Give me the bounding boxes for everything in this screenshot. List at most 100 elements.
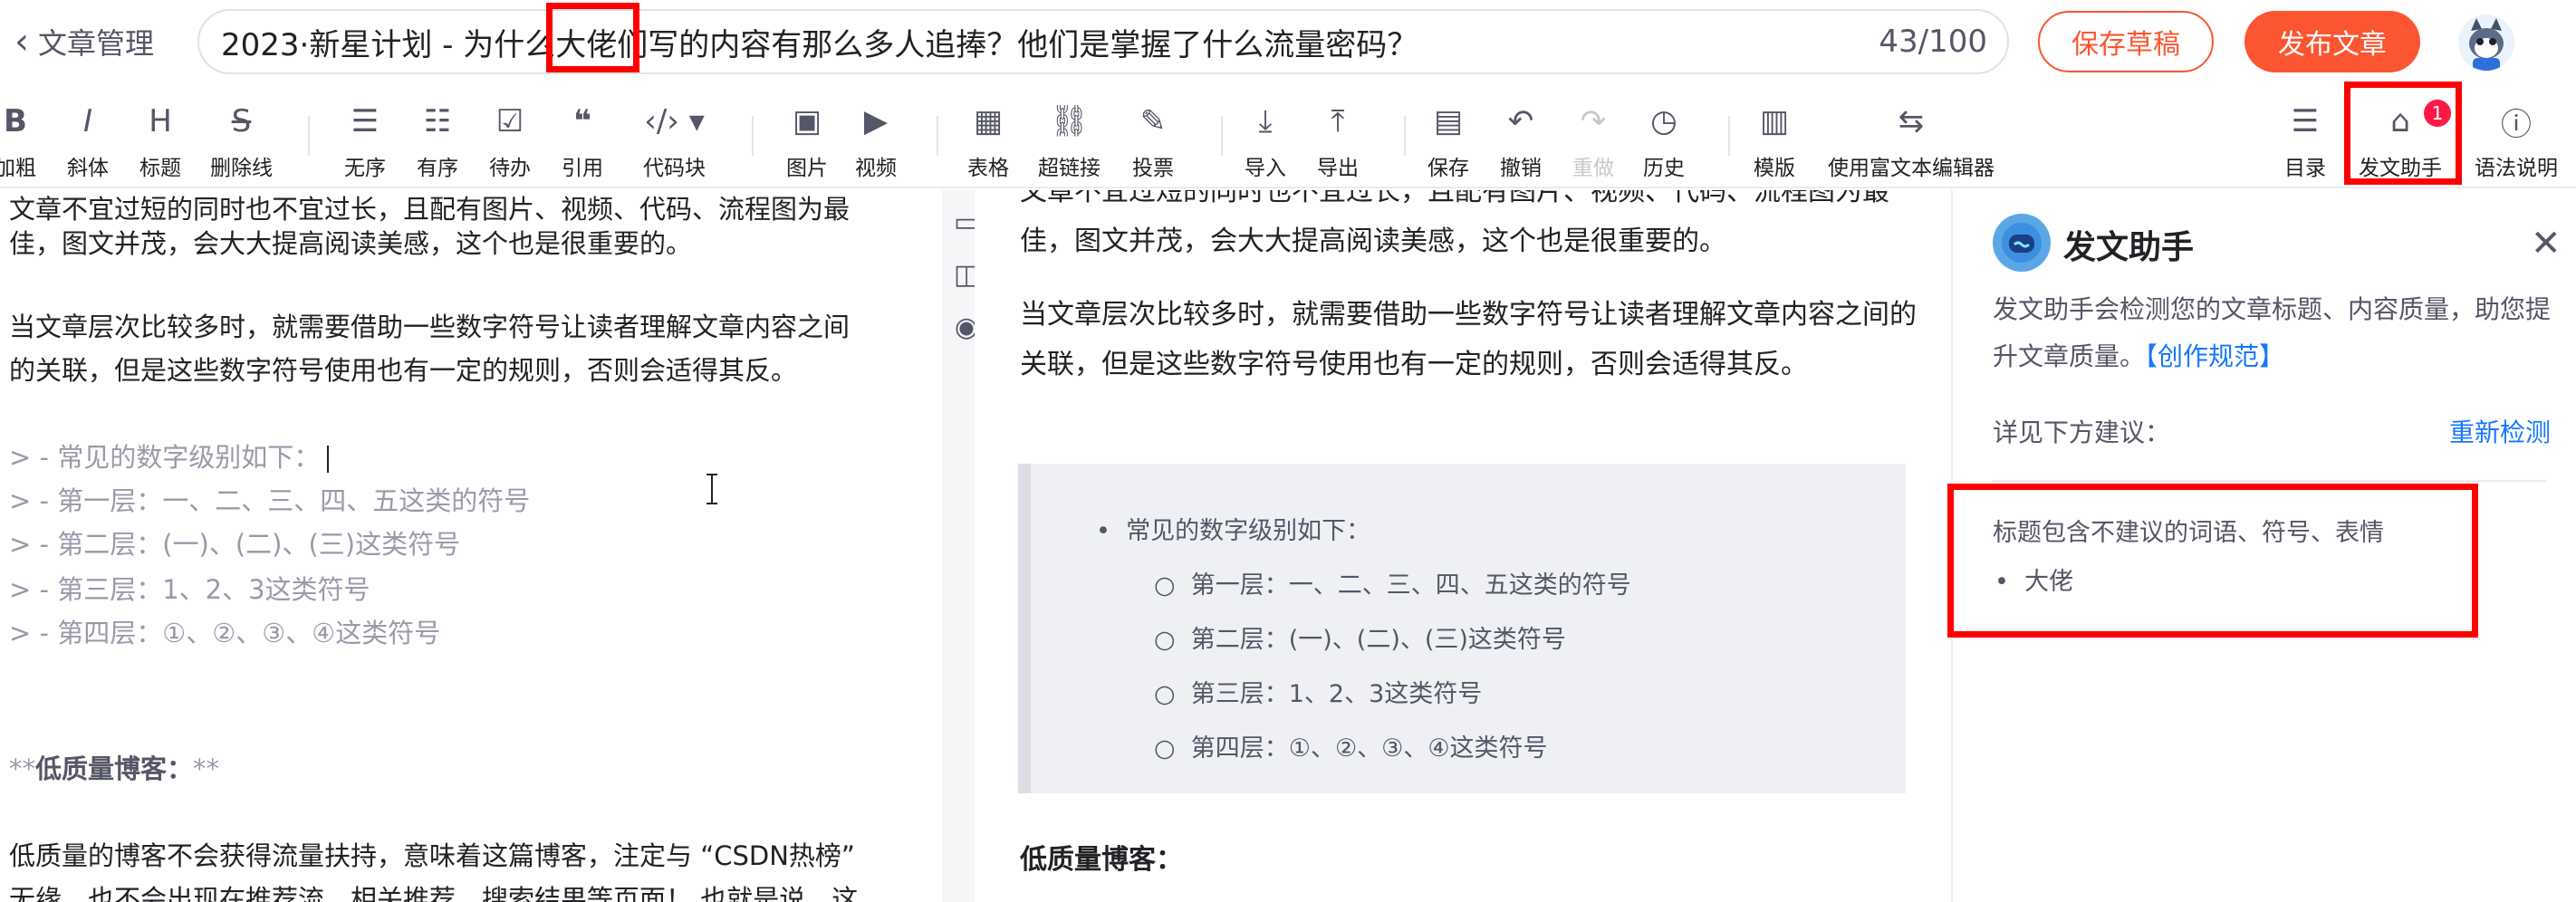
toolbar-divider [937,116,938,156]
editor-quote-line: > - 第二层：(一)、(二)、(三)这类符号 [9,529,461,560]
editor-line: 当文章层次比较多时，就需要借助一些数字符号让读者理解文章内容之间 [9,312,851,342]
toolbar-divider [1221,116,1223,156]
unordered-list-button[interactable]: ☰ 无序 [344,101,386,181]
rich-text-editor-button[interactable]: ⇆ 使用富文本编辑器 [1828,101,1994,181]
image-icon: ▣ [792,103,822,139]
toc-button[interactable]: ☰ 目录 [2284,101,2326,181]
preview-sub-item-text: 第一层：一、二、三、四、五这类的符号 [1190,571,1631,600]
switch-icon: ⇆ [1898,103,1925,139]
title-text: 2023·新星计划 - 为什么大佬们写的内容有那么多人追捧？他们是掌握了什么流量… [221,20,1879,64]
video-icon: ▶ [863,103,889,139]
save-draft-button[interactable]: 保存草稿 [2038,11,2214,72]
bold-marker: ** [193,753,220,784]
video-label: 视频 [855,157,897,180]
link-icon: ⛓ [1049,103,1090,139]
quote-icon: ❝ [573,103,591,139]
editor-splitter[interactable] [942,190,975,902]
rich-text-editor-label: 使用富文本编辑器 [1828,157,1994,180]
publish-button[interactable]: 发布文章 [2244,11,2420,72]
assistant-button[interactable]: ⌂ 1 发文助手 [2359,100,2451,181]
heading-button[interactable]: H 标题 [139,101,181,181]
todo-label: 待办 [489,157,531,180]
assistant-icon: ⌂ [2390,103,2410,139]
syntax-help-label: 语法说明 [2475,157,2558,180]
title-prefix: 2023·新星计划 - 为什么 [221,26,556,63]
code-icon: ‹/› ▾ [644,103,705,139]
quote-label: 引用 [562,157,603,180]
export-button[interactable]: ⤒ 导出 [1317,101,1359,181]
assistant-label: 发文助手 [2359,157,2442,180]
bold-label: 加粗 [0,157,36,180]
chevron-left-icon: ‹ [14,21,29,62]
preview-sub-item: ○ 第二层：(一)、(二)、(三)这类符号 [1154,626,1566,654]
editor-line: 的关联，但是这些数字符号使用也有一定的规则，否则会适得其反。 [9,355,798,386]
save-button[interactable]: ▤ 保存 [1427,101,1469,181]
undo-button[interactable]: ↶ 撤销 [1500,101,1542,181]
table-button[interactable]: ▦ 表格 [967,101,1009,181]
code-block-label: 代码块 [643,157,706,180]
preview-sub-item-text: 第三层：1、2、3这类符号 [1190,680,1483,708]
toolbar-divider [308,116,310,156]
redo-button[interactable]: ↷ 重做 [1572,101,1614,181]
editor-quote-line: > - 第三层：1、2、3这类符号 [9,574,370,605]
heading-icon: H [149,103,172,139]
import-label: 导入 [1245,157,1286,180]
preview-sub-item: ○ 第一层：一、二、三、四、五这类的符号 [1154,571,1631,600]
robot-icon [2002,223,2042,263]
video-button[interactable]: ▶ 视频 [855,101,897,181]
assistant-title: 发文助手 [2063,229,2195,266]
preview-heading: 低质量博客： [1020,844,1183,876]
upload-icon: ⤒ [1331,103,1345,139]
image-button[interactable]: ▣ 图片 [786,101,828,181]
ordered-list-button[interactable]: ☷ 有序 [417,101,458,181]
ordered-list-icon: ☷ [423,103,452,139]
issue-item: • 大佬 [1994,568,2074,596]
back-to-article-management[interactable]: ‹ 文章管理 [14,20,154,63]
code-block-button[interactable]: ‹/› ▾ 代码块 [643,101,706,181]
creation-guidelines-link[interactable]: 【创作规范】 [2145,341,2284,371]
todo-button[interactable]: ☑ 待办 [489,101,531,181]
recheck-link[interactable]: 重新检测 [2449,413,2551,449]
template-button[interactable]: ▥ 模版 [1754,101,1795,181]
italic-label: 斜体 [67,157,109,180]
editor-bold-line: **低质量博客：** [9,748,219,786]
save-label: 保存 [1427,157,1469,180]
import-button[interactable]: ⤓ 导入 [1245,101,1286,181]
issue-item-text: 大佬 [2024,568,2074,596]
vote-icon: ✎ [1139,103,1167,139]
markdown-editor[interactable]: 文章不宜过短的同时也不宜过长，且配有图片、视频、代码、流程图为最 佳，图文并茂，… [0,190,942,902]
vote-label: 投票 [1132,157,1174,180]
history-button[interactable]: ◷ 历史 [1643,101,1685,181]
assistant-badge: 1 [2424,100,2451,127]
ibeam-cursor-icon [706,474,717,504]
save-icon: ▤ [1433,103,1464,139]
italic-button[interactable]: I 斜体 [67,101,109,181]
preview-sub-item: ○ 第四层：①、②、③、④这类符号 [1154,734,1548,763]
image-label: 图片 [786,157,828,180]
bold-text: 低质量博客： [35,753,194,784]
history-label: 历史 [1643,157,1685,180]
template-label: 模版 [1754,157,1795,180]
preview-sub-item-text: 第二层：(一)、(二)、(三)这类符号 [1190,626,1566,654]
editor-quote-text: > - 常见的数字级别如下： [9,442,321,473]
toolbar-divider [1404,116,1406,156]
quote-button[interactable]: ❝ 引用 [562,101,603,181]
avatar[interactable] [2458,14,2514,71]
ordered-list-label: 有序 [417,157,458,180]
template-icon: ▥ [1759,103,1790,139]
assistant-panel: 发文助手 ✕ 发文助手会检测您的文章标题、内容质量，助您提升文章质量。【创作规范… [1951,190,2576,902]
editor-quote-line: > - 常见的数字级别如下： [9,437,330,475]
title-char-count: 43/100 [1879,24,1987,60]
strikethrough-label: 删除线 [210,157,273,180]
download-icon: ⤓ [1258,103,1273,139]
strikethrough-button[interactable]: S 删除线 [210,101,273,181]
title-suffix: 们写的内容有那么多人追捧？他们是掌握了什么流量密码？ [617,26,1418,63]
syntax-help-button[interactable]: ⓘ 语法说明 [2475,101,2558,181]
help-icon: ⓘ [2501,106,2532,143]
vote-button[interactable]: ✎ 投票 [1132,101,1174,181]
hyperlink-label: 超链接 [1038,157,1101,180]
close-icon[interactable]: ✕ [2531,223,2562,264]
title-input[interactable]: 2023·新星计划 - 为什么大佬们写的内容有那么多人追捧？他们是掌握了什么流量… [197,9,2009,74]
bold-button[interactable]: B 加粗 [0,101,36,181]
hyperlink-button[interactable]: ⛓ 超链接 [1038,101,1101,181]
